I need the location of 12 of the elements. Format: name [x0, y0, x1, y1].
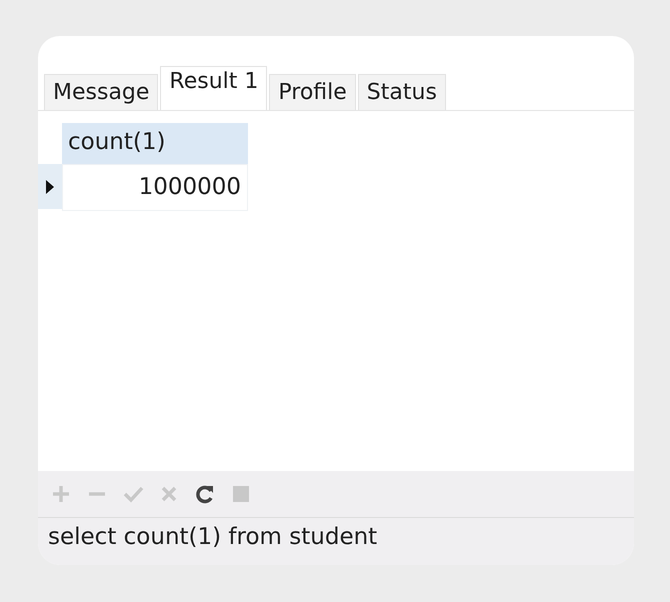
- table-cell: 1000000: [62, 164, 248, 211]
- minus-icon: [89, 492, 105, 496]
- query-status-text: select count(1) from student: [38, 518, 634, 565]
- plus-icon: [50, 483, 72, 505]
- tab[interactable]: Result 1: [160, 66, 268, 110]
- tab[interactable]: Profile: [269, 74, 356, 110]
- column-header[interactable]: count(1): [62, 123, 248, 164]
- refresh-icon: [194, 483, 216, 505]
- refresh-button[interactable]: [194, 483, 216, 505]
- stop-icon: [230, 483, 252, 505]
- tab[interactable]: Status: [358, 74, 446, 110]
- tab[interactable]: Message: [44, 74, 158, 110]
